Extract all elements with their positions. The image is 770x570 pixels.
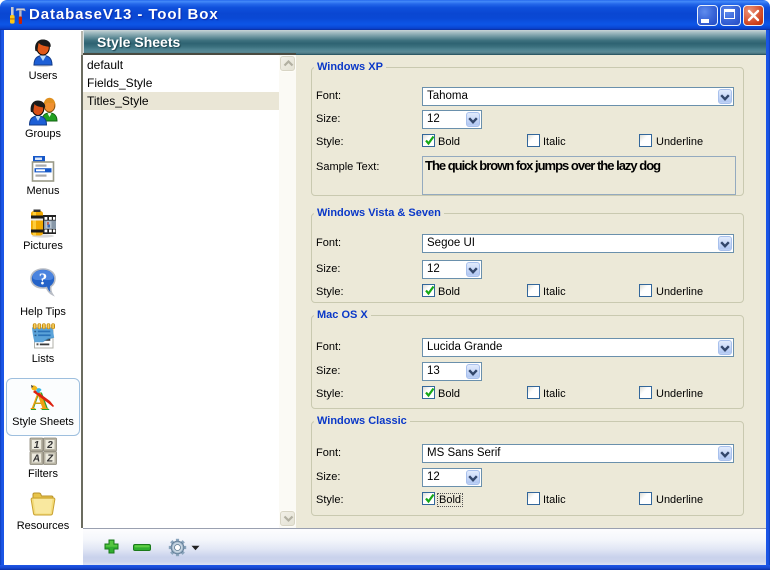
svg-text:?: ? <box>39 270 48 289</box>
svg-text:2: 2 <box>46 440 53 451</box>
svg-text:1: 1 <box>34 440 40 451</box>
svg-text:Z: Z <box>46 454 54 465</box>
svg-text:A: A <box>32 454 40 465</box>
